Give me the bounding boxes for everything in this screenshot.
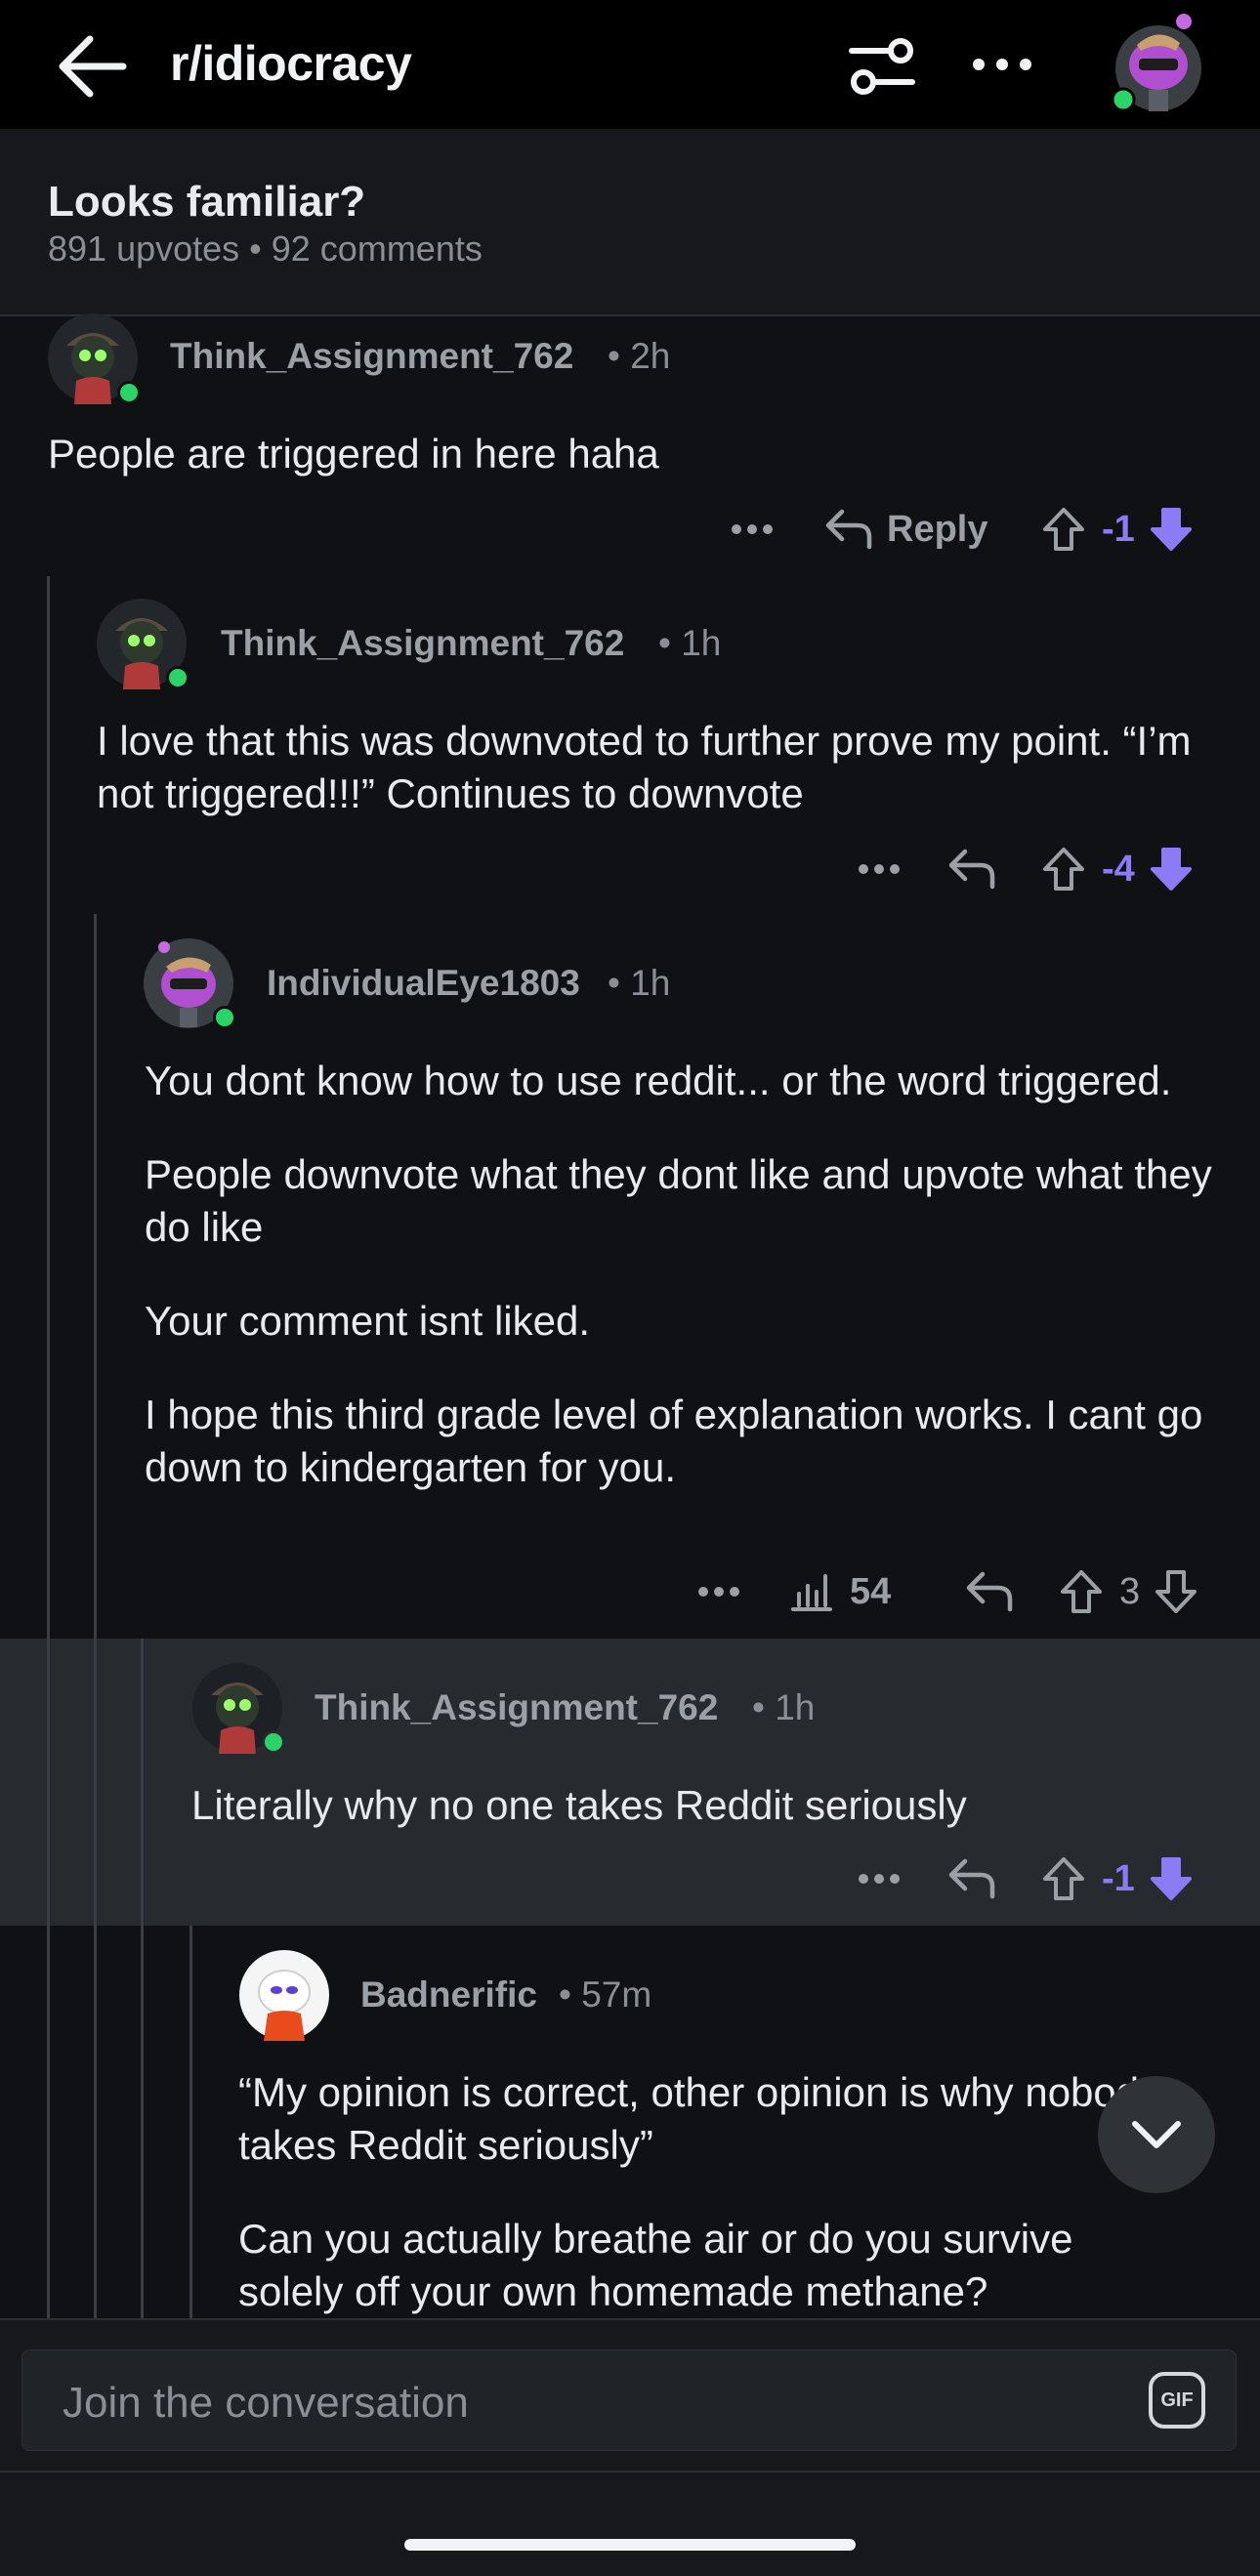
upvote-icon <box>1043 508 1084 551</box>
comment-more-icon[interactable] <box>697 1564 740 1619</box>
reply-label[interactable]: Reply <box>887 509 987 551</box>
comment-time: • 57m <box>559 1974 652 2015</box>
vote-score: -4 <box>1102 848 1135 890</box>
reply-icon[interactable] <box>947 842 996 896</box>
downvote-icon <box>1155 1570 1197 1613</box>
comment-username[interactable]: Think_Assignment_762 <box>315 1687 718 1728</box>
home-indicator[interactable] <box>404 2539 856 2551</box>
reply-icon[interactable] <box>965 1564 1014 1619</box>
thread-line <box>47 576 50 2318</box>
comment-time: • 1h <box>658 623 722 663</box>
comment-body: Literally why no one takes Reddit seriou… <box>191 1782 967 1828</box>
comment-body: People are triggered in here haha <box>48 431 659 477</box>
comment-body: “My opinion is correct, other opinion is… <box>238 2069 1160 2314</box>
vote-bar: 3 <box>1059 1564 1198 1619</box>
comment-username[interactable]: Think_Assignment_762 <box>221 623 624 664</box>
avatar[interactable] <box>143 937 236 1029</box>
chevron-down-icon <box>1132 2121 1181 2148</box>
avatar[interactable] <box>191 1662 285 1754</box>
views-count: 54 <box>850 1570 892 1612</box>
downvote-icon <box>1150 848 1192 891</box>
post-meta: 891 upvotes • 92 comments <box>48 229 483 269</box>
comment-input-placeholder[interactable]: Join the conversation <box>63 2379 469 2428</box>
thread-line <box>94 914 97 2318</box>
comment-time: • 1h <box>752 1687 816 1727</box>
vote-bar: -4 <box>1041 842 1194 896</box>
reply-button[interactable]: Reply <box>824 502 987 557</box>
upvote-icon <box>1043 848 1084 891</box>
vote-bar: -1 <box>1041 502 1194 557</box>
vote-score: -1 <box>1102 1857 1135 1899</box>
comment-username[interactable]: IndividualEye1803 <box>267 963 580 1004</box>
reply-icon[interactable] <box>947 1851 996 1906</box>
vote-bar: -1 <box>1041 1851 1194 1906</box>
comment-username[interactable]: Badnerific <box>360 1974 537 2015</box>
filter-icon[interactable] <box>846 33 918 100</box>
gif-button[interactable]: GIF <box>1149 2372 1205 2429</box>
comment-time: • 2h <box>608 336 671 376</box>
downvote-icon <box>1150 1857 1192 1900</box>
more-options-icon[interactable] <box>971 37 1033 92</box>
comment-body: I love that this was downvoted to furthe… <box>97 718 1192 816</box>
views-icon <box>791 1574 832 1611</box>
avatar[interactable] <box>238 1949 330 2041</box>
comment-time: • 1h <box>608 963 671 1003</box>
vote-score: 3 <box>1119 1570 1141 1612</box>
user-avatar[interactable] <box>1108 12 1205 115</box>
avatar[interactable] <box>96 598 189 689</box>
upvote-icon <box>1061 1570 1102 1613</box>
views-indicator[interactable]: 54 <box>789 1564 891 1619</box>
reply-icon <box>825 509 872 550</box>
comment-more-icon[interactable] <box>858 1851 901 1906</box>
scroll-down-button[interactable] <box>1098 2076 1215 2193</box>
upvote-icon <box>1043 1857 1084 1900</box>
downvote-icon <box>1150 508 1192 551</box>
thread-line <box>189 1926 192 2318</box>
thread-line <box>141 1639 144 2318</box>
comment-body: You dont know how to use reddit... or th… <box>145 1058 1212 1490</box>
subreddit-name[interactable]: r/idiocracy <box>170 35 412 92</box>
vote-score: -1 <box>1102 508 1135 550</box>
comment-more-icon[interactable] <box>731 502 774 557</box>
comment-username[interactable]: Think_Assignment_762 <box>170 336 573 377</box>
avatar[interactable] <box>47 312 141 404</box>
post-title[interactable]: Looks familiar? <box>48 178 365 227</box>
comment-more-icon[interactable] <box>858 842 901 896</box>
divider <box>0 2471 1260 2472</box>
back-arrow-icon[interactable] <box>57 33 127 100</box>
